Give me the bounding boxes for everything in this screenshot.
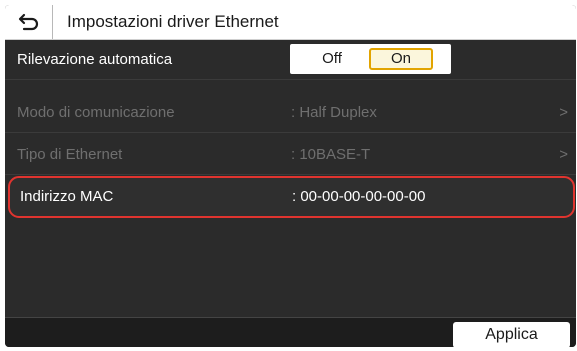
row-communication-mode[interactable]: Modo di comunicazione : Half Duplex > <box>5 93 576 133</box>
ethernet-type-value: : 10BASE-T <box>291 146 371 163</box>
row-ethernet-type[interactable]: Tipo di Ethernet : 10BASE-T > <box>5 135 576 175</box>
title-bar: Impostazioni driver Ethernet <box>5 5 576 40</box>
communication-mode-value: : Half Duplex <box>291 104 377 121</box>
back-button[interactable] <box>5 5 53 39</box>
mac-address-label: Indirizzo MAC <box>20 188 114 205</box>
ethernet-type-label: Tipo di Ethernet <box>17 146 123 163</box>
auto-detect-label: Rilevazione automatica <box>17 51 173 68</box>
apply-button[interactable]: Applica <box>453 322 570 347</box>
auto-detect-toggle: Off On <box>290 44 451 74</box>
chevron-right-icon: > <box>559 146 568 163</box>
toggle-on-button[interactable]: On <box>369 48 433 70</box>
row-mac-address: Indirizzo MAC : 00-00-00-00-00-00 <box>8 176 575 218</box>
bottom-bar: Applica <box>5 317 576 347</box>
toggle-off-button[interactable]: Off <box>304 48 360 70</box>
mac-address-value: : 00-00-00-00-00-00 <box>292 188 426 205</box>
communication-mode-label: Modo di comunicazione <box>17 104 175 121</box>
page-title: Impostazioni driver Ethernet <box>67 12 279 31</box>
row-auto-detect: Rilevazione automatica Off On <box>5 40 576 80</box>
settings-screen: Impostazioni driver Ethernet Rilevazione… <box>5 5 576 347</box>
chevron-right-icon: > <box>559 104 568 121</box>
back-arrow-icon <box>18 13 38 31</box>
